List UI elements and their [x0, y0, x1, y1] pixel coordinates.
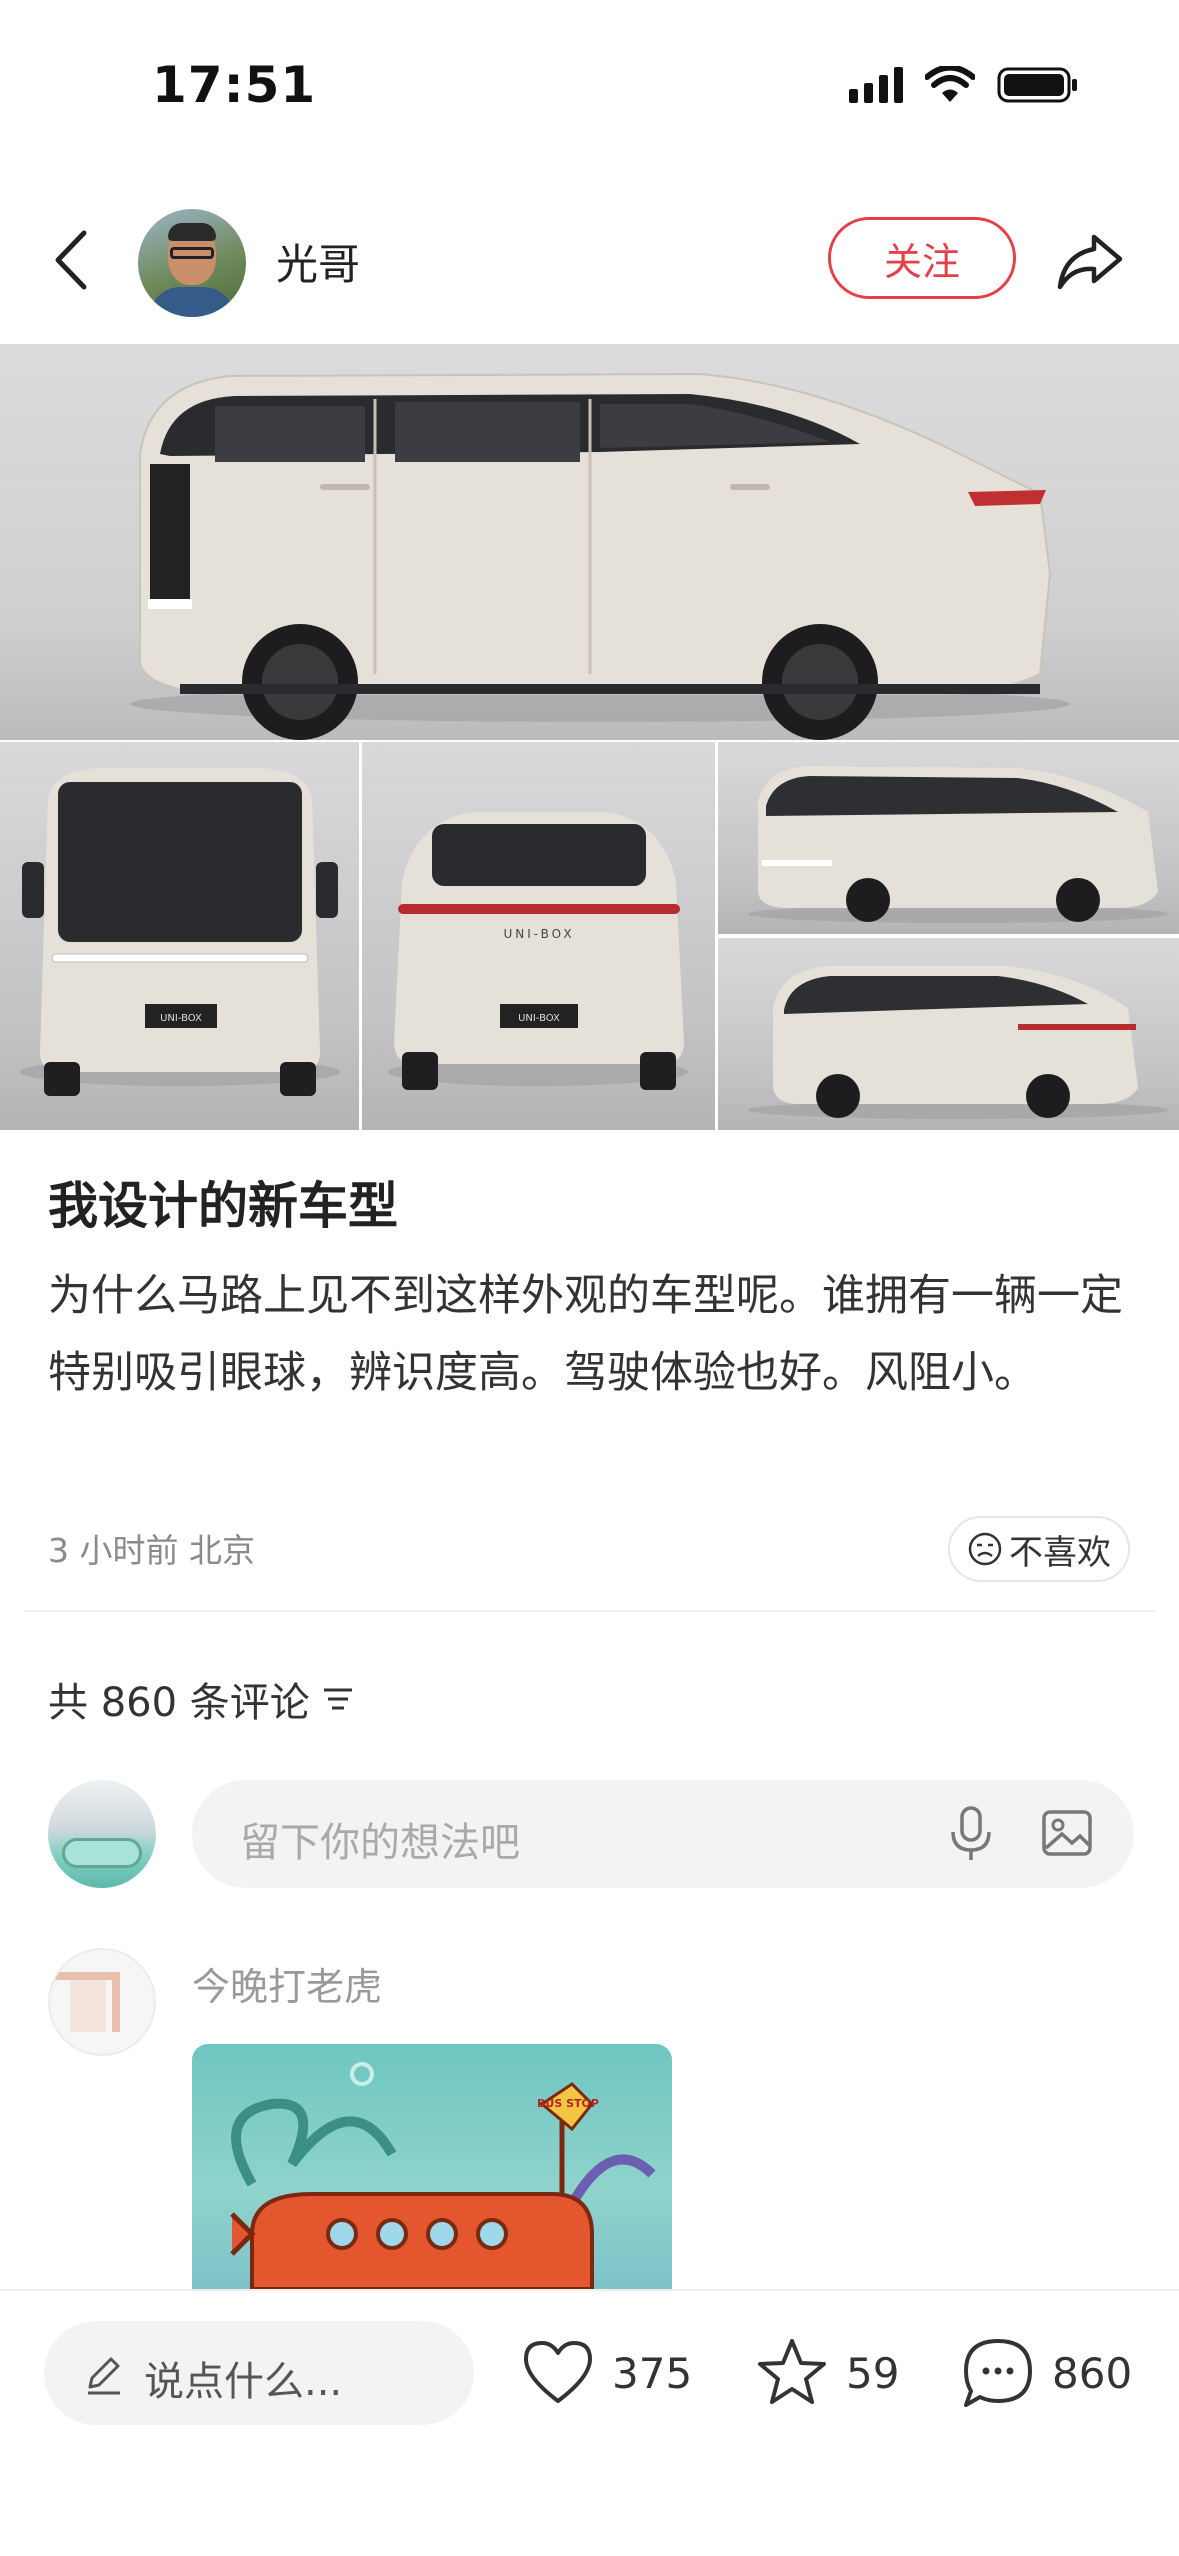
say-something-input[interactable]: 说点什么... [44, 2321, 474, 2425]
gallery-image-side-view[interactable] [0, 344, 1179, 740]
comment-count[interactable]: 共 860 条评论 [48, 1670, 356, 1728]
say-something-placeholder: 说点什么... [144, 2359, 343, 2405]
divider [24, 1610, 1155, 1612]
post-title: 我设计的新车型 [48, 1177, 398, 1235]
gallery-image-front-view[interactable]: UNI-BOX [0, 742, 359, 1130]
like-count: 375 [612, 2348, 693, 2398]
comment-image[interactable]: BUS STOP [192, 2044, 672, 2289]
svg-text:UNI-BOX: UNI-BOX [503, 927, 574, 941]
mic-icon[interactable] [942, 1804, 1000, 1864]
back-arrow-icon[interactable] [44, 225, 104, 295]
gallery-image-front-three-quarter[interactable] [718, 742, 1179, 934]
my-avatar[interactable] [48, 1780, 156, 1888]
star-icon [758, 2339, 826, 2404]
author-avatar[interactable] [138, 209, 246, 317]
svg-text:BUS STOP: BUS STOP [537, 2097, 599, 2110]
wifi-icon [925, 66, 975, 102]
gallery-image-rear-three-quarter[interactable] [718, 938, 1179, 1130]
svg-text:UNI-BOX: UNI-BOX [160, 1013, 202, 1024]
author-name[interactable]: 光哥 [276, 231, 360, 292]
share-icon[interactable] [1054, 225, 1126, 297]
pen-icon [88, 2357, 120, 2395]
svg-text:UNI-BOX: UNI-BOX [518, 1013, 560, 1024]
post-image-gallery[interactable]: UNI-BOX UNI-BOX UNI-BOX [0, 344, 1179, 1130]
favorite-count: 59 [846, 2348, 900, 2398]
favorite-button[interactable]: 59 [752, 2331, 899, 2415]
image-icon[interactable] [1040, 1806, 1094, 1860]
commenter-name[interactable]: 今晚打老虎 [192, 1956, 382, 2011]
sort-icon[interactable] [320, 1684, 356, 1714]
post-meta: 3 小时前 北京 [48, 1531, 255, 1570]
signal-icon [849, 67, 903, 103]
status-time: 17:51 [152, 56, 317, 114]
post-header: 光哥 关注 [0, 195, 1179, 325]
status-bar: 17:51 [0, 0, 1179, 150]
comment-total: 860 [1052, 2348, 1133, 2398]
gallery-image-rear-view[interactable]: UNI-BOX UNI-BOX [362, 742, 715, 1130]
post-body: 为什么马路上见不到这样外观的车型呢。谁拥有一辆一定特别吸引眼球，辨识度高。驾驶体… [48, 1271, 1123, 1398]
comment-bubble-icon [964, 2339, 1032, 2407]
dislike-face-icon [968, 1532, 1002, 1566]
commenter-avatar[interactable] [48, 1948, 156, 2056]
status-icons [849, 66, 1079, 104]
like-button[interactable]: 375 [518, 2331, 692, 2415]
comment-input-placeholder: 留下你的想法吧 [240, 1820, 520, 1866]
dislike-button[interactable]: 不喜欢 [948, 1516, 1130, 1582]
dislike-label: 不喜欢 [1009, 1532, 1111, 1573]
follow-button[interactable]: 关注 [828, 217, 1016, 299]
comment-input[interactable]: 留下你的想法吧 [192, 1780, 1134, 1888]
comment-count-label: 共 860 条评论 [48, 1680, 310, 1726]
bottom-action-bar: 说点什么... 375 59 860 [0, 2289, 1179, 2556]
battery-icon [997, 67, 1077, 103]
comment-button[interactable]: 860 [958, 2331, 1132, 2415]
heart-icon [524, 2341, 592, 2403]
